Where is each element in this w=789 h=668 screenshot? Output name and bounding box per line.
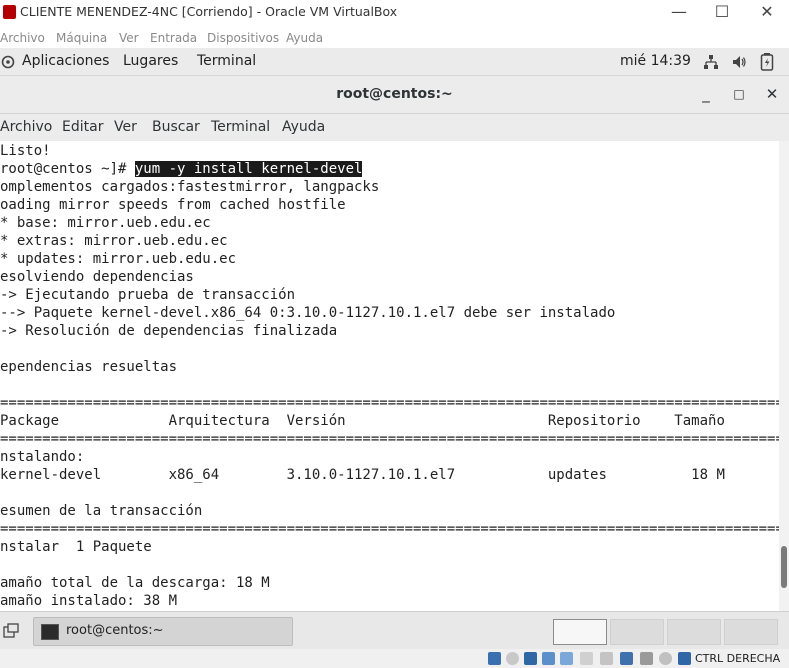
minimize-window-button[interactable]: — — [664, 2, 694, 22]
cpu-icon[interactable] — [620, 652, 633, 665]
vbox-menu-maquina[interactable]: Máquina — [56, 31, 107, 45]
workspace-3[interactable] — [667, 619, 721, 645]
terminal-output-area[interactable]: Listo! root@centos ~]# yum -y install ke… — [0, 141, 779, 611]
terminal-menu-ayuda[interactable]: Ayuda — [282, 119, 325, 135]
terminal-scrollbar[interactable] — [779, 141, 789, 611]
terminal-headerbar: root@centos:~ _ □ ✕ — [0, 76, 789, 114]
display-icon[interactable] — [580, 652, 593, 665]
usb-icon[interactable] — [542, 652, 555, 665]
battery-icon[interactable] — [760, 53, 774, 71]
host-key-label: CTRL DERECHA — [695, 652, 781, 665]
terminal-app-icon — [41, 624, 59, 640]
terminal-close-button[interactable]: ✕ — [762, 84, 782, 104]
mouse-integration-icon[interactable] — [659, 652, 672, 665]
vbox-menubar: Archivo Máquina Ver Entrada Dispositivos… — [0, 26, 789, 48]
panel-applications-menu[interactable]: Aplicaciones — [22, 53, 109, 69]
terminal-lines-before: Listo! root@centos ~]# — [0, 143, 127, 177]
virtualbox-app-icon — [3, 5, 16, 19]
show-desktop-icon[interactable] — [3, 623, 19, 639]
taskbar-window-label: root@centos:~ — [66, 623, 164, 638]
panel-places-menu[interactable]: Lugares — [123, 53, 178, 69]
arrow-down-icon[interactable] — [678, 652, 691, 665]
applications-menu-icon — [1, 55, 15, 69]
terminal-minimize-button[interactable]: _ — [696, 84, 716, 104]
panel-terminal-menu[interactable]: Terminal — [197, 53, 256, 69]
terminal-menubar: Archivo Editar Ver Buscar Terminal Ayuda — [0, 114, 789, 141]
gnome-top-panel: Aplicaciones Lugares Terminal mié 14:39 — [0, 48, 789, 76]
terminal-menu-buscar[interactable]: Buscar — [152, 119, 200, 135]
terminal-menu-ver[interactable]: Ver — [114, 119, 137, 135]
disk-activity-icon[interactable] — [640, 652, 653, 665]
vbox-statusbar: CTRL DERECHA — [0, 649, 789, 668]
close-window-button[interactable]: ✕ — [752, 2, 782, 22]
vbox-menu-dispositivos[interactable]: Dispositivos — [207, 31, 279, 45]
maximize-window-button[interactable]: ☐ — [707, 2, 737, 22]
terminal-menu-editar[interactable]: Editar — [62, 119, 103, 135]
volume-icon[interactable] — [731, 54, 747, 70]
terminal-menu-archivo[interactable]: Archivo — [0, 119, 52, 135]
terminal-maximize-button[interactable]: □ — [729, 84, 749, 104]
bottom-taskbar: root@centos:~ — [0, 611, 789, 650]
vbox-titlebar: CLIENTE MENENDEZ-4NC [Corriendo] - Oracl… — [0, 0, 789, 26]
terminal-lines-after: omplementos cargados:fastestmirror, lang… — [0, 179, 779, 609]
vbox-menu-entrada[interactable]: Entrada — [150, 31, 197, 45]
panel-clock[interactable]: mié 14:39 — [620, 53, 691, 69]
network-icon[interactable] — [703, 54, 719, 70]
workspace-1[interactable] — [553, 619, 607, 645]
shared-folder-icon[interactable] — [560, 652, 573, 665]
selected-command[interactable]: yum -y install kernel-devel — [134, 161, 363, 177]
video-capture-icon[interactable] — [600, 652, 613, 665]
workspace-2[interactable] — [610, 619, 664, 645]
terminal-menu-terminal[interactable]: Terminal — [211, 119, 270, 135]
network-status-icon[interactable] — [524, 652, 537, 665]
vbox-menu-archivo[interactable]: Archivo — [0, 31, 45, 45]
terminal-window-title: root@centos:~ — [336, 86, 453, 102]
workspace-4[interactable] — [724, 619, 778, 645]
scrollbar-thumb[interactable] — [781, 546, 787, 588]
terminal-text: Listo! root@centos ~]# yum -y install ke… — [0, 142, 779, 610]
vbox-menu-ayuda[interactable]: Ayuda — [286, 31, 323, 45]
vbox-window-title: CLIENTE MENENDEZ-4NC [Corriendo] - Oracl… — [20, 4, 398, 19]
vbox-menu-ver[interactable]: Ver — [119, 31, 139, 45]
audio-icon[interactable] — [506, 652, 519, 665]
optical-disk-icon[interactable] — [488, 652, 501, 665]
taskbar-window-terminal[interactable]: root@centos:~ — [33, 617, 293, 646]
